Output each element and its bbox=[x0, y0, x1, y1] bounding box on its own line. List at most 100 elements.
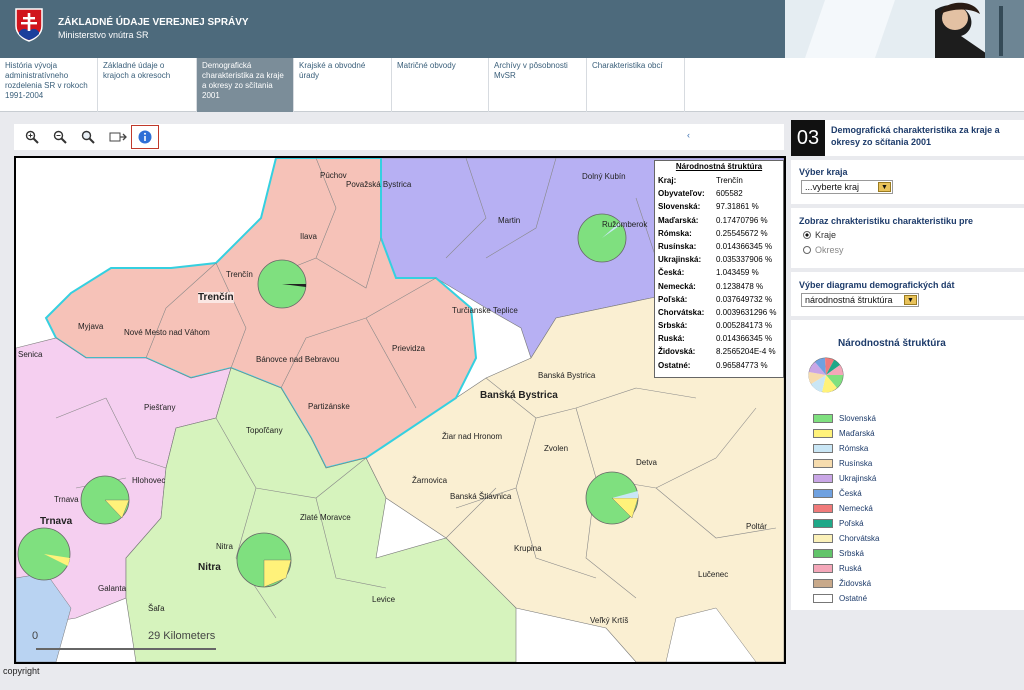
radio-selected-icon[interactable] bbox=[803, 231, 811, 239]
town-label: Veľký Krtíš bbox=[590, 616, 629, 625]
town-label: Žarnovica bbox=[412, 476, 448, 485]
zoom-in-icon[interactable] bbox=[22, 127, 42, 147]
tab-charakteristika-obci[interactable]: Charakteristika obcí bbox=[587, 58, 685, 112]
town-label: Púchov bbox=[320, 171, 347, 180]
section-header: 03 Demografická charakteristika za kraje… bbox=[791, 120, 1024, 156]
info-row-value: 605582 bbox=[716, 189, 743, 199]
town-label: Turčianske Teplice bbox=[452, 306, 518, 315]
info-row-key: Maďarská: bbox=[658, 215, 699, 225]
legend-item: Rómska bbox=[813, 444, 868, 453]
town-label: Trenčín bbox=[226, 270, 253, 279]
site-subtitle: Ministerstvo vnútra SR bbox=[58, 30, 149, 40]
legend-pie-icon bbox=[808, 357, 844, 393]
zoom-out-icon[interactable] bbox=[50, 127, 70, 147]
legend-label: Slovenská bbox=[839, 414, 876, 423]
legend-item: Ostatné bbox=[813, 594, 867, 603]
scale-zero: 0 bbox=[32, 630, 39, 642]
legend-swatch bbox=[813, 549, 833, 558]
info-icon[interactable] bbox=[131, 125, 159, 149]
legend-label: Chorvátska bbox=[839, 534, 880, 543]
town-label: Topoľčany bbox=[246, 426, 283, 435]
info-row-key: Židovská: bbox=[658, 347, 696, 357]
site-title: ZÁKLADNÉ ÚDAJE VEREJNEJ SPRÁVY bbox=[58, 17, 249, 28]
legend-swatch bbox=[813, 414, 833, 423]
legend-label: Rómska bbox=[839, 444, 869, 453]
town-label: Ružomberok bbox=[602, 220, 648, 229]
town-label: Zvolen bbox=[544, 444, 569, 453]
legend-label: Rusínska bbox=[839, 459, 873, 468]
info-row: Ruská: 0.014366345 % bbox=[658, 332, 780, 345]
tab-matricne-obvody[interactable]: Matričné obvody bbox=[392, 58, 489, 112]
town-label: Senica bbox=[18, 350, 43, 359]
slovak-crest-logo bbox=[15, 8, 43, 42]
collapse-panel-arrow[interactable]: ‹ bbox=[687, 130, 690, 140]
legend-card: Národnostná štruktúra Slovenská Maďarská R… bbox=[791, 320, 1024, 610]
legend-label: Ruská bbox=[839, 564, 862, 573]
info-row-key: Poľská: bbox=[658, 294, 688, 304]
town-label: Považská Bystrica bbox=[346, 180, 412, 189]
info-row: Poľská: 0.037649732 % bbox=[658, 293, 780, 306]
scale-label: 29 Kilometers bbox=[148, 630, 216, 642]
map-view[interactable]: Trenčín Banská Bystrica Trnava Nitra Púc… bbox=[14, 156, 786, 664]
legend-swatch bbox=[813, 594, 833, 603]
info-row-value: 0.014366345 % bbox=[716, 241, 773, 251]
info-row-value: 0.037649732 % bbox=[716, 294, 773, 304]
info-row: Maďarská: 0.17470796 % bbox=[658, 214, 780, 227]
legend-swatch bbox=[813, 429, 833, 438]
town-label: Nitra bbox=[216, 542, 233, 551]
legend-item: Slovenská bbox=[813, 414, 876, 423]
legend-swatch bbox=[813, 474, 833, 483]
legend-item: Nemecká bbox=[813, 504, 873, 513]
section-number: 03 bbox=[791, 120, 825, 156]
kraj-select[interactable]: ...vyberte kraj ▼ bbox=[801, 180, 893, 194]
tab-demograficka[interactable]: Demografická charakteristika za kraje a … bbox=[197, 58, 294, 112]
zoom-full-icon[interactable] bbox=[78, 127, 98, 147]
info-row: Židovská: 8.2565204E-4 % bbox=[658, 345, 780, 358]
info-box-title: Národnostná štruktúra bbox=[675, 162, 763, 171]
kraj-select-card: Výber kraja ...vyberte kraj ▼ bbox=[791, 160, 1024, 204]
main-navigation: História vývoja administratívneho rozdel… bbox=[0, 58, 1024, 112]
zobraz-card: Zobraz chrakteristiku charakteristiku pr… bbox=[791, 208, 1024, 268]
info-row-key: Ukrajinská: bbox=[658, 255, 702, 265]
tab-archivy[interactable]: Archívy v pôsobnosti MvSR bbox=[489, 58, 587, 112]
tab-zakladne-udaje[interactable]: Základné údaje o krajoch a okresoch bbox=[98, 58, 197, 112]
legend-label: Srbská bbox=[839, 549, 864, 558]
town-label: Galanta bbox=[98, 584, 127, 593]
radio-kraje[interactable]: Kraje bbox=[803, 230, 836, 240]
legend-item: Ruská bbox=[813, 564, 862, 573]
info-row-value: 0.25545672 % bbox=[716, 228, 768, 238]
legend-item: Česká bbox=[813, 489, 862, 498]
town-label: Nové Mesto nad Váhom bbox=[124, 328, 210, 337]
legend-item: Srbská bbox=[813, 549, 864, 558]
info-row: Rusínska: 0.014366345 % bbox=[658, 240, 780, 253]
town-label: Martin bbox=[498, 216, 521, 225]
town-label: Myjava bbox=[78, 322, 104, 331]
legend-label: Ostatné bbox=[839, 594, 868, 603]
radio-okresy-label: Okresy bbox=[815, 245, 844, 255]
chevron-down-icon[interactable]: ▼ bbox=[878, 182, 891, 192]
legend-label: Maďarská bbox=[839, 429, 875, 438]
chevron-down-icon[interactable]: ▼ bbox=[904, 295, 917, 305]
tab-historia[interactable]: História vývoja administratívneho rozdel… bbox=[0, 58, 98, 112]
radio-okresy[interactable]: Okresy bbox=[803, 245, 844, 255]
pan-arrow-icon[interactable] bbox=[108, 127, 128, 147]
map-toolbar: ‹ bbox=[14, 124, 784, 150]
info-row-value: 97.31861 % bbox=[716, 202, 759, 212]
info-row-value: 0.005284173 % bbox=[716, 321, 773, 331]
zobraz-label: Zobraz chrakteristiku charakteristiku pr… bbox=[799, 216, 974, 226]
diagram-select[interactable]: národnostná štruktúra ▼ bbox=[801, 293, 919, 307]
town-label: Krupina bbox=[514, 544, 542, 553]
tab-krajske-urady[interactable]: Krajské a obvodné úrady bbox=[294, 58, 392, 112]
town-label: Banská Bystrica bbox=[538, 371, 596, 380]
legend-item: Židovská bbox=[813, 579, 871, 588]
info-row-key: Ruská: bbox=[658, 334, 685, 344]
legend-swatch bbox=[813, 564, 833, 573]
legend-swatch bbox=[813, 534, 833, 543]
info-row-value: 8.2565204E-4 % bbox=[716, 347, 776, 357]
info-row-key: Obyvateľov: bbox=[658, 189, 705, 199]
legend-swatch bbox=[813, 519, 833, 528]
legend-swatch bbox=[813, 579, 833, 588]
town-label: Hlohovec bbox=[132, 476, 166, 485]
radio-unselected-icon[interactable] bbox=[803, 246, 811, 254]
legend-swatch bbox=[813, 444, 833, 453]
